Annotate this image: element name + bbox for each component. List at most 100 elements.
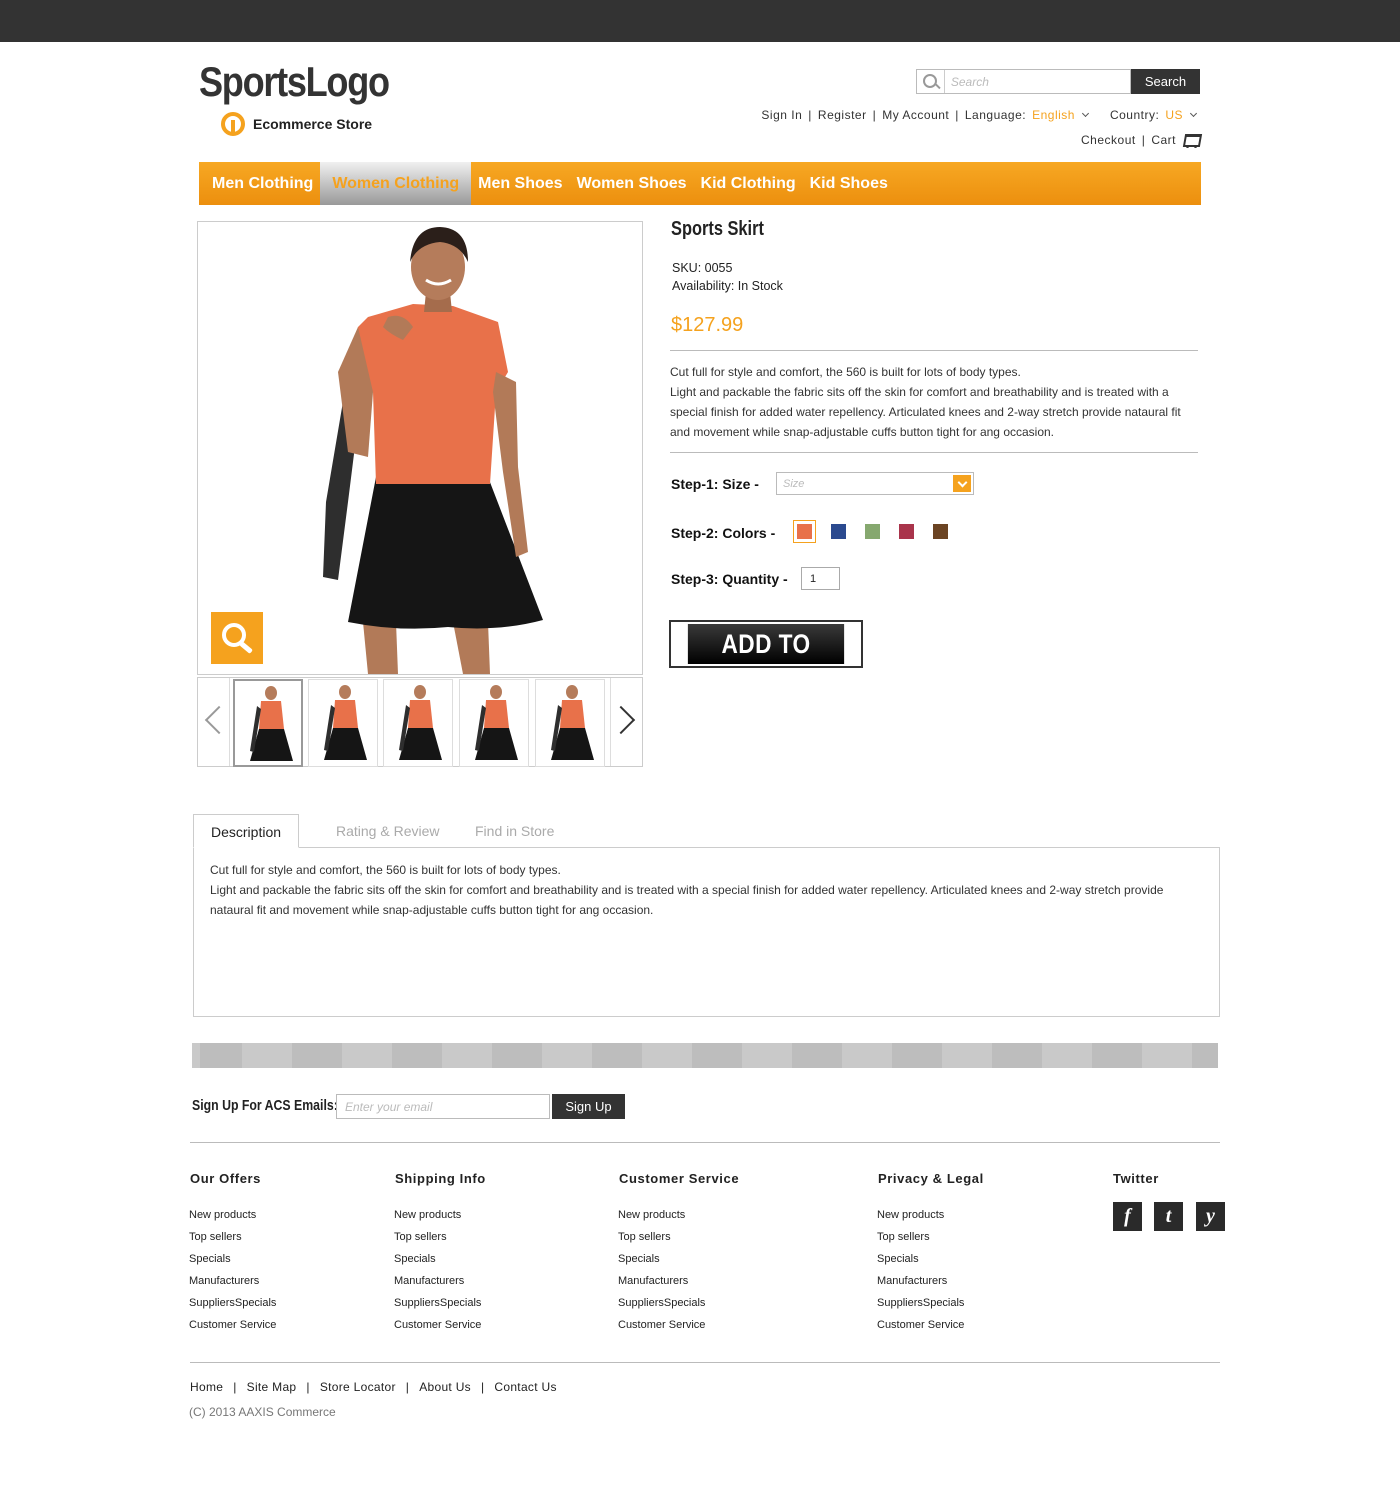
footer-link[interactable]: SuppliersSpecials	[618, 1292, 739, 1314]
footer-link[interactable]: Manufacturers	[618, 1270, 739, 1292]
thumb-prev-arrow-icon[interactable]	[198, 678, 234, 766]
size-select[interactable]: Size	[776, 472, 974, 495]
product-photo	[323, 227, 543, 674]
search-icon	[917, 70, 945, 93]
thumbnail-3[interactable]	[383, 679, 453, 767]
footer-link[interactable]: SuppliersSpecials	[189, 1292, 276, 1314]
footer-link[interactable]: SuppliersSpecials	[877, 1292, 984, 1314]
footer-contact-link[interactable]: Contact Us	[494, 1380, 556, 1394]
search-box	[916, 69, 1131, 94]
footer-sitemap-link[interactable]: Site Map	[247, 1380, 297, 1394]
checkout-link[interactable]: Checkout	[1081, 133, 1136, 147]
search-input[interactable]	[950, 71, 1130, 92]
footer-link[interactable]: New products	[877, 1204, 984, 1226]
footer-link[interactable]: Top sellers	[618, 1226, 739, 1248]
nav-kid-clothing[interactable]: Kid Clothing	[694, 162, 803, 205]
footer-about-link[interactable]: About Us	[419, 1380, 471, 1394]
quantity-input[interactable]: 1	[801, 567, 840, 590]
thumbnail-5[interactable]	[535, 679, 605, 767]
language-select[interactable]: English	[1032, 108, 1075, 122]
color-swatch-red[interactable]	[899, 524, 914, 539]
footer-link[interactable]: Manufacturers	[877, 1270, 984, 1292]
thumbnail-2[interactable]	[308, 679, 378, 767]
top-bar	[0, 0, 1400, 42]
separator: |	[872, 108, 877, 122]
footer-link[interactable]: New products	[394, 1204, 486, 1226]
sign-in-link[interactable]: Sign In	[761, 108, 802, 122]
color-swatch-brown[interactable]	[933, 524, 948, 539]
footer-link[interactable]: Customer Service	[394, 1314, 486, 1336]
logo-tagline: Ecommerce Store	[221, 112, 372, 136]
site-logo[interactable]: SportsLogo	[199, 58, 390, 106]
chevron-down-icon[interactable]	[953, 475, 971, 492]
panel-line: Light and packable the fabric sits off t…	[210, 883, 1164, 917]
nav-men-clothing[interactable]: Men Clothing	[205, 162, 320, 205]
separator: |	[808, 108, 812, 122]
description-line: Light and packable the fabric sits off t…	[670, 385, 1181, 439]
email-field[interactable]	[336, 1094, 550, 1119]
panel-line: Cut full for style and comfort, the 560 …	[210, 863, 561, 877]
footer-link[interactable]: Specials	[877, 1248, 984, 1270]
color-swatch-green[interactable]	[865, 524, 880, 539]
chevron-down-icon[interactable]	[1081, 109, 1090, 118]
step2-label: Step-2: Colors -	[671, 525, 776, 541]
yahoo-icon[interactable]: y	[1196, 1202, 1225, 1231]
footer-link[interactable]: Manufacturers	[189, 1270, 276, 1292]
footer-link[interactable]: Top sellers	[394, 1226, 486, 1248]
color-swatch-blue[interactable]	[831, 524, 846, 539]
footer-link[interactable]: Top sellers	[877, 1226, 984, 1248]
cart-icon[interactable]	[1182, 132, 1200, 148]
cart-link[interactable]: Cart	[1151, 133, 1176, 147]
tab-description[interactable]: Description	[193, 814, 299, 848]
country-select[interactable]: US	[1165, 108, 1183, 122]
my-account-link[interactable]: My Account	[882, 108, 949, 122]
facebook-icon[interactable]: f	[1113, 1202, 1142, 1231]
color-swatch-orange[interactable]	[793, 520, 816, 543]
add-to-cart-button[interactable]: ADD TO CART	[669, 620, 863, 700]
main-nav: Men Clothing Women Clothing Men Shoes Wo…	[199, 162, 1201, 205]
search-button[interactable]: Search	[1131, 69, 1200, 94]
footer-link[interactable]: Specials	[618, 1248, 739, 1270]
copyright: (C) 2013 AAXIS Commerce	[189, 1405, 336, 1419]
footer-col-shipping-info: Shipping Info New products Top sellers S…	[394, 1171, 486, 1336]
footer-link[interactable]: Top sellers	[189, 1226, 276, 1248]
tab-find-in-store[interactable]: Find in Store	[475, 814, 554, 848]
footer-link[interactable]: New products	[189, 1204, 276, 1226]
step1-label: Step-1: Size -	[671, 476, 759, 492]
thumbnail-4[interactable]	[459, 679, 529, 767]
nav-kid-shoes[interactable]: Kid Shoes	[803, 162, 895, 205]
zoom-icon[interactable]	[211, 612, 263, 664]
product-main-image[interactable]	[197, 221, 643, 675]
footer-col-twitter: Twitter	[1112, 1171, 1159, 1204]
footer-store-locator-link[interactable]: Store Locator	[320, 1380, 396, 1394]
nav-women-clothing[interactable]: Women Clothing	[320, 162, 472, 205]
separator: |	[233, 1380, 237, 1394]
footer-home-link[interactable]: Home	[190, 1380, 223, 1394]
thumbnail-1[interactable]	[233, 679, 303, 767]
footer-link[interactable]: Customer Service	[877, 1314, 984, 1336]
footer-col-title: Shipping Info	[395, 1171, 486, 1186]
product-title: Sports Skirt	[671, 218, 764, 240]
thumb-next-arrow-icon[interactable]	[606, 678, 642, 766]
twitter-icon[interactable]: t	[1154, 1202, 1183, 1231]
nav-women-shoes[interactable]: Women Shoes	[570, 162, 694, 205]
add-to-cart-label: ADD TO CART	[687, 624, 845, 700]
tab-rating-review[interactable]: Rating & Review	[336, 814, 440, 848]
thumbnail-carousel	[197, 677, 643, 767]
nav-men-shoes[interactable]: Men Shoes	[471, 162, 569, 205]
product-availability: Availability: In Stock	[672, 279, 783, 293]
sign-up-button[interactable]: Sign Up	[552, 1094, 625, 1119]
footer-link[interactable]: Specials	[394, 1248, 486, 1270]
size-placeholder: Size	[783, 478, 805, 490]
description-line: Cut full for style and comfort, the 560 …	[670, 365, 1021, 379]
footer-link[interactable]: New products	[618, 1204, 739, 1226]
footer-col-title: Customer Service	[619, 1171, 740, 1186]
separator: |	[1141, 133, 1146, 147]
footer-link[interactable]: Specials	[189, 1248, 276, 1270]
footer-link[interactable]: SuppliersSpecials	[394, 1292, 486, 1314]
footer-link[interactable]: Customer Service	[189, 1314, 276, 1336]
register-link[interactable]: Register	[818, 108, 867, 122]
footer-link[interactable]: Customer Service	[618, 1314, 739, 1336]
footer-link[interactable]: Manufacturers	[394, 1270, 486, 1292]
chevron-down-icon[interactable]	[1189, 109, 1198, 118]
